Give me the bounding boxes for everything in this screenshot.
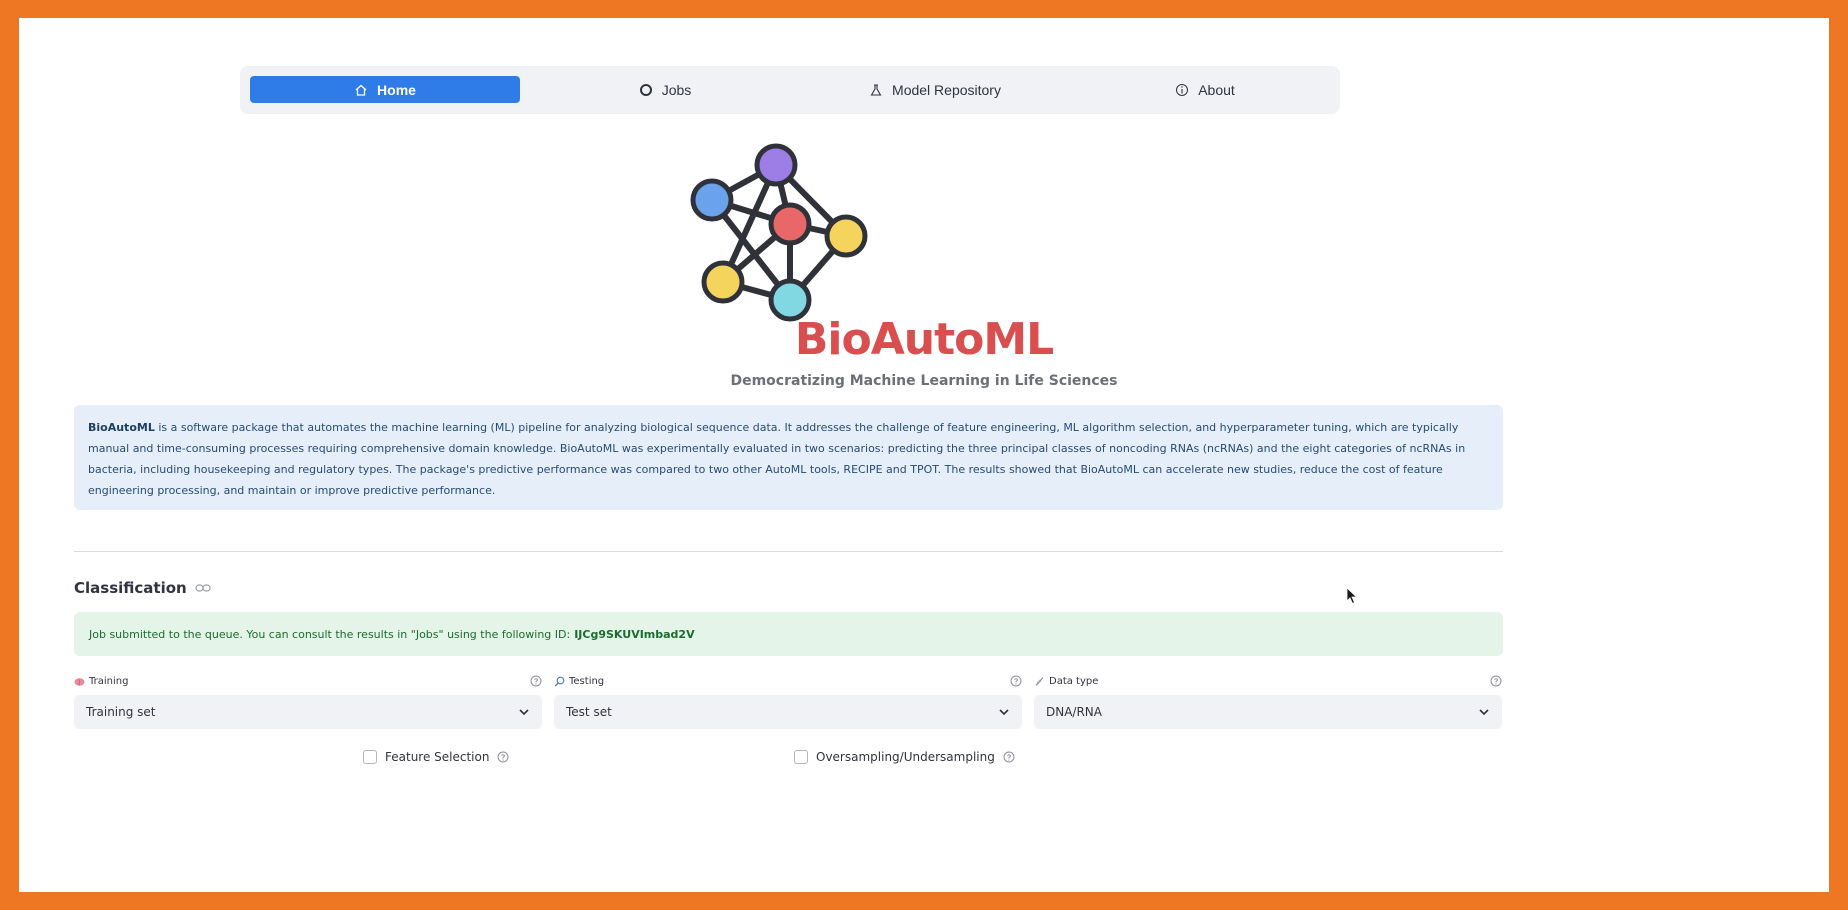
nav-jobs-label: Jobs: [661, 81, 692, 98]
feature-selection-option: Feature Selection: [363, 750, 509, 764]
flask-icon: [870, 83, 882, 96]
data-type-label: Data type: [1049, 675, 1099, 687]
sampling-option: Oversampling/Undersampling: [794, 750, 1015, 764]
data-type-field: Data type DNA/RNA: [1034, 672, 1502, 729]
sampling-label: Oversampling/Undersampling: [816, 750, 995, 764]
sampling-checkbox[interactable]: [794, 750, 808, 764]
nav-about[interactable]: About: [1070, 76, 1340, 103]
circle-icon: [639, 83, 652, 96]
nav-about-label: About: [1198, 81, 1235, 98]
nav-model-repository[interactable]: Model Repository: [800, 76, 1070, 103]
data-type-select[interactable]: DNA/RNA: [1034, 695, 1502, 729]
classification-title: Classification: [74, 579, 187, 597]
mouse-cursor-icon: [1346, 587, 1358, 605]
brain-icon: [74, 677, 85, 686]
info-box: BioAutoML is a software package that aut…: [74, 405, 1503, 510]
info-lead: BioAutoML: [88, 421, 155, 434]
bioautoml-logo: [690, 143, 868, 322]
nav-jobs[interactable]: Jobs: [530, 76, 800, 103]
data-type-select-value: DNA/RNA: [1046, 705, 1102, 719]
app-tagline: Democratizing Machine Learning in Life S…: [730, 373, 1118, 389]
chevron-down-icon: [519, 709, 529, 716]
success-alert: Job submitted to the queue. You can cons…: [74, 612, 1503, 656]
classification-heading: Classification: [74, 579, 211, 597]
training-label: Training: [89, 675, 129, 687]
nav-home-label: Home: [377, 81, 416, 98]
info-text: is a software package that automates the…: [88, 421, 1466, 497]
info-icon: [1176, 83, 1189, 96]
help-icon[interactable]: [1490, 675, 1502, 687]
success-message: Job submitted to the queue. You can cons…: [89, 627, 571, 641]
feature-selection-checkbox[interactable]: [363, 750, 377, 764]
help-icon[interactable]: [1003, 751, 1015, 763]
feature-selection-label: Feature Selection: [385, 750, 490, 764]
help-icon[interactable]: [497, 751, 509, 763]
link-icon[interactable]: [195, 583, 211, 593]
testing-select-value: Test set: [566, 705, 612, 719]
testing-select[interactable]: Test set: [554, 695, 1022, 729]
home-icon: [355, 84, 367, 96]
magnifier-icon: [554, 676, 565, 686]
divider: [74, 551, 1503, 552]
testing-field: Testing Test set: [554, 672, 1022, 729]
help-icon[interactable]: [530, 675, 542, 687]
chevron-down-icon: [999, 709, 1009, 716]
training-field: Training Training set: [74, 672, 542, 729]
app-title: BioAutoML: [794, 314, 1054, 365]
nav-home[interactable]: Home: [250, 76, 520, 103]
help-icon[interactable]: [1010, 675, 1022, 687]
training-select-value: Training set: [86, 705, 156, 719]
training-select[interactable]: Training set: [74, 695, 542, 729]
chevron-down-icon: [1479, 709, 1489, 716]
testing-label: Testing: [569, 675, 605, 687]
dna-icon: [1035, 676, 1044, 686]
top-nav: Home Jobs Model Repository About: [240, 66, 1340, 114]
app-window: Home Jobs Model Repository About BioAuto…: [19, 18, 1829, 892]
nav-model-repository-label: Model Repository: [892, 81, 1001, 98]
job-id: IJCg9SKUVImbad2V: [574, 627, 695, 641]
